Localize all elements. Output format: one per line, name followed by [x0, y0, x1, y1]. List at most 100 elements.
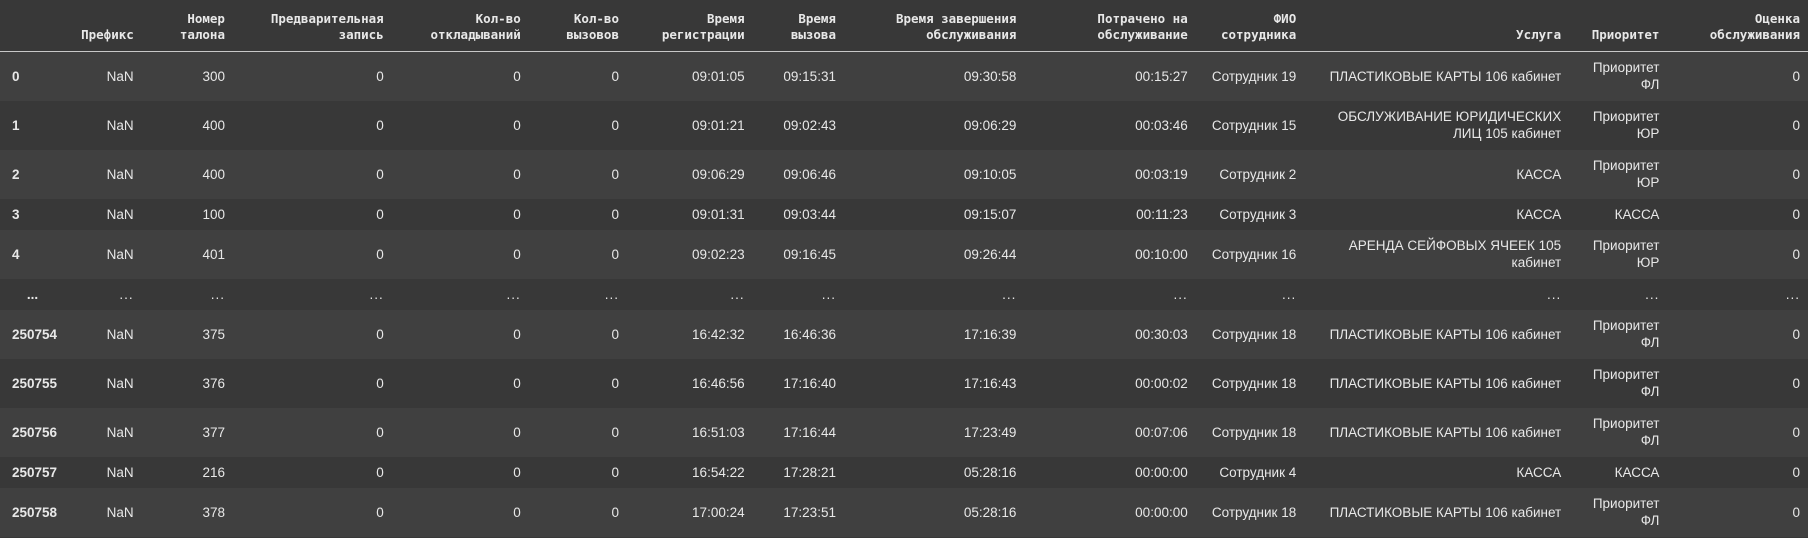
row-index: 2 — [12, 166, 20, 182]
cell-end-time: ... — [1002, 286, 1017, 302]
cell-reg-time: 16:42:32 — [692, 326, 745, 342]
cell-ticket: 400 — [202, 117, 225, 133]
cell-priority: Приоритет ФЛ — [1592, 60, 1660, 93]
cell-postpone: 0 — [513, 464, 521, 480]
cell-service: КАССА — [1516, 206, 1562, 222]
cell-postpone: 0 — [513, 326, 521, 342]
row-index: 0 — [12, 68, 20, 84]
row-index: 3 — [12, 206, 20, 222]
cell-rating: 0 — [1792, 464, 1800, 480]
cell-end-time: 05:28:16 — [963, 504, 1017, 520]
cell-prefix: NaN — [106, 326, 134, 342]
cell-service: ОБСЛУЖИВАНИЕ ЮРИДИЧЕСКИХ ЛИЦ 105 кабинет — [1337, 109, 1562, 141]
row-index: 250755 — [12, 375, 58, 391]
table-row: 250757 NaN 216 0 0 0 16:54:22 17:28:21 05:28:16 0… — [0, 456, 1808, 488]
cell-calls: 0 — [611, 424, 619, 440]
index-column-header — [0, 0, 74, 52]
cell-rating: 0 — [1792, 424, 1800, 440]
cell-prebook: 0 — [376, 68, 384, 84]
cell-prebook: ... — [369, 286, 384, 302]
cell-service: ПЛАСТИКОВЫЕ КАРТЫ 106 кабинет — [1329, 326, 1562, 342]
cell-priority: Приоритет ЮР — [1592, 109, 1660, 141]
cell-reg-time: 09:01:31 — [692, 206, 745, 222]
cell-employee: Сотрудник 18 — [1211, 424, 1297, 440]
cell-employee: Сотрудник 2 — [1219, 166, 1297, 182]
cell-call-time: 09:06:46 — [783, 166, 836, 182]
cell-reg-time: 16:54:22 — [692, 464, 745, 480]
cell-prefix: NaN — [106, 464, 134, 480]
cell-service: ПЛАСТИКОВЫЕ КАРТЫ 106 кабинет — [1329, 504, 1562, 520]
cell-prebook: 0 — [376, 375, 384, 391]
cell-service: КАССА — [1516, 166, 1562, 182]
column-header-service: Услуга — [1304, 0, 1570, 52]
cell-calls: 0 — [611, 246, 619, 262]
cell-employee: Сотрудник 16 — [1211, 246, 1297, 262]
cell-end-time: 05:28:16 — [963, 464, 1017, 480]
cell-calls: 0 — [611, 68, 619, 84]
cell-priority: Приоритет ФЛ — [1592, 318, 1660, 350]
cell-calls: ... — [604, 286, 619, 302]
column-header-calls: Кол-во вызовов — [528, 0, 627, 52]
cell-call-time: ... — [821, 286, 836, 302]
cell-spent: 00:03:46 — [1135, 117, 1188, 133]
dataframe-table: Префикс Номер талона Предварительная запис… — [0, 0, 1808, 537]
cell-call-time: 17:23:51 — [783, 504, 836, 520]
cell-ticket: 375 — [202, 326, 225, 342]
table-body: 0 NaN 300 0 0 0 09:01:05 09:15:31 09:30:58 00:15:… — [0, 51, 1808, 537]
cell-employee: Сотрудник 18 — [1211, 504, 1297, 520]
cell-ticket: 400 — [202, 166, 225, 182]
cell-calls: 0 — [611, 206, 619, 222]
column-header-end-time: Время завершения обслуживания — [843, 0, 1025, 52]
cell-end-time: 09:30:58 — [963, 68, 1017, 84]
cell-postpone: 0 — [513, 504, 521, 520]
table-row: 1 NaN 400 0 0 0 09:01:21 09:02:43 09:06:29 00:03:… — [0, 100, 1808, 150]
cell-service: АРЕНДА СЕЙФОВЫХ ЯЧЕЕК 105 кабинет — [1348, 238, 1562, 270]
cell-ticket: 100 — [202, 206, 225, 222]
cell-ticket: 300 — [202, 68, 225, 84]
cell-priority: Приоритет ЮР — [1592, 158, 1660, 190]
cell-spent: 00:11:23 — [1136, 206, 1188, 222]
cell-call-time: 09:16:45 — [783, 246, 836, 262]
cell-ticket: 377 — [202, 424, 225, 440]
cell-service: ... — [1546, 286, 1562, 302]
cell-prebook: 0 — [376, 464, 384, 480]
cell-prefix: NaN — [106, 504, 134, 520]
cell-reg-time: 16:46:56 — [692, 375, 745, 391]
cell-prebook: 0 — [376, 424, 384, 440]
row-index: 250756 — [12, 424, 58, 440]
cell-employee: Сотрудник 15 — [1211, 117, 1297, 133]
cell-calls: 0 — [611, 464, 619, 480]
column-header-reg-time: Время регистрации — [626, 0, 753, 52]
cell-spent: 00:00:00 — [1135, 464, 1188, 480]
cell-postpone: 0 — [513, 375, 521, 391]
ellipsis-row: ........................................… — [0, 278, 1808, 310]
cell-priority: Приоритет ЮР — [1592, 238, 1660, 270]
cell-end-time: 17:23:49 — [963, 424, 1017, 440]
cell-postpone: 0 — [513, 117, 521, 133]
cell-rating: 0 — [1792, 375, 1800, 391]
cell-end-time: 09:06:29 — [963, 117, 1017, 133]
cell-end-time: 17:16:39 — [963, 326, 1017, 342]
row-index: 4 — [12, 246, 20, 262]
cell-reg-time: 09:01:05 — [692, 68, 745, 84]
cell-priority: Приоритет ФЛ — [1592, 496, 1660, 528]
cell-employee: Сотрудник 18 — [1211, 326, 1297, 342]
row-index: 1 — [12, 117, 20, 133]
table-row: 4 NaN 401 0 0 0 09:02:23 09:16:45 09:26:44 00:10:… — [0, 229, 1808, 279]
column-header-rating: Оценка обслуживания — [1667, 0, 1808, 52]
cell-rating: 0 — [1792, 504, 1800, 520]
column-header-prebook: Предварительная запись — [232, 0, 392, 52]
cell-prefix: NaN — [106, 424, 134, 440]
dataframe-output: Префикс Номер талона Предварительная запис… — [0, 0, 1808, 538]
column-header-employee: ФИО сотрудника — [1195, 0, 1305, 52]
cell-priority: ... — [1645, 286, 1660, 302]
cell-priority: Приоритет ФЛ — [1592, 416, 1660, 448]
cell-spent: ... — [1173, 286, 1188, 302]
cell-rating: 0 — [1792, 117, 1800, 133]
cell-service: ПЛАСТИКОВЫЕ КАРТЫ 106 кабинет — [1329, 424, 1562, 440]
cell-prebook: 0 — [376, 246, 384, 262]
cell-calls: 0 — [611, 326, 619, 342]
cell-postpone: 0 — [513, 246, 521, 262]
cell-call-time: 16:46:36 — [783, 326, 836, 342]
cell-spent: 00:30:03 — [1135, 326, 1188, 342]
